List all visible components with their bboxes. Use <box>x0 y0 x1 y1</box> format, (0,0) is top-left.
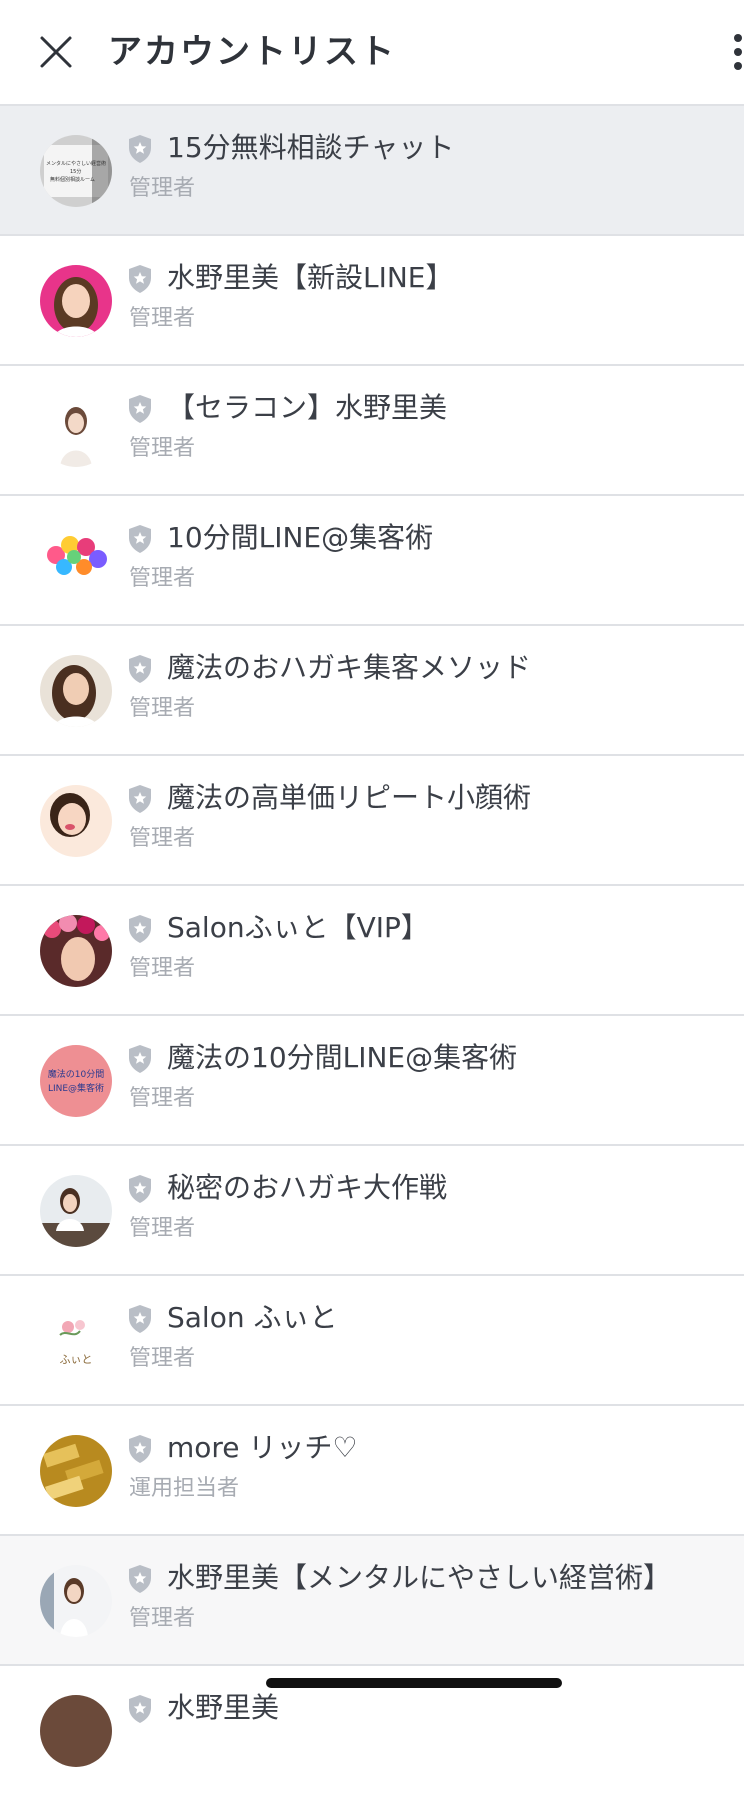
page-title: アカウントリスト <box>108 32 396 72</box>
account-avatar <box>40 525 112 597</box>
account-row[interactable]: 魔法の10分間 LINE@集客術 魔法の10分間LINE@集客術 管理者 <box>0 1016 744 1146</box>
account-row[interactable]: Salonふぃと【VIP】 管理者 <box>0 886 744 1016</box>
shield-star-icon <box>129 1175 151 1203</box>
account-avatar: ふぃと <box>40 1305 112 1377</box>
home-indicator[interactable] <box>266 1678 562 1688</box>
account-role: 管理者 <box>129 306 196 331</box>
account-row[interactable]: 水野里美【新設LINE】 管理者 <box>0 236 744 366</box>
shield-star-icon <box>129 1435 151 1463</box>
account-avatar <box>40 1565 112 1637</box>
svg-text:ふぃと: ふぃと <box>60 1353 93 1366</box>
account-avatar <box>40 785 112 857</box>
account-avatar <box>40 1695 112 1767</box>
account-role: 管理者 <box>129 1086 196 1111</box>
shield-star-icon <box>129 265 151 293</box>
more-vertical-icon[interactable] <box>734 34 744 74</box>
shield-star-icon <box>129 915 151 943</box>
account-name: 15分無料相談チャット <box>167 131 455 164</box>
account-role: 管理者 <box>129 436 196 461</box>
account-role: 管理者 <box>129 696 196 721</box>
account-row[interactable]: 魔法のおハガキ集客メソッド 管理者 <box>0 626 744 756</box>
shield-star-icon <box>129 135 151 163</box>
account-name: 【セラコン】水野里美 <box>167 391 448 424</box>
account-row[interactable]: 10分間LINE@集客術 管理者 <box>0 496 744 626</box>
account-avatar <box>40 915 112 987</box>
svg-text:15分: 15分 <box>70 168 81 175</box>
account-avatar <box>40 395 112 467</box>
account-row[interactable]: メンタルにやさしい経営術 15分 無料個別相談ルーム 15分無料相談チャット 管… <box>0 106 744 236</box>
account-row[interactable]: 【セラコン】水野里美 管理者 <box>0 366 744 496</box>
account-name: 水野里美 <box>167 1691 280 1724</box>
svg-text:魔法の10分間: 魔法の10分間 <box>48 1068 104 1080</box>
shield-star-icon <box>129 1045 151 1073</box>
account-role: 管理者 <box>129 826 196 851</box>
close-icon[interactable] <box>36 32 76 72</box>
shield-star-icon <box>129 395 151 423</box>
account-avatar <box>40 655 112 727</box>
account-name: 魔法の10分間LINE@集客術 <box>167 1041 518 1074</box>
account-row[interactable]: more リッチ♡ 運用担当者 <box>0 1406 744 1536</box>
account-name: more リッチ♡ <box>167 1431 358 1464</box>
account-role: 運用担当者 <box>129 1476 240 1501</box>
account-row[interactable]: 水野里美【メンタルにやさしい経営術】 管理者 <box>0 1536 744 1666</box>
svg-text:無料個別相談ルーム: 無料個別相談ルーム <box>50 176 95 183</box>
shield-star-icon <box>129 1565 151 1593</box>
account-name: 水野里美【メンタルにやさしい経営術】 <box>167 1561 672 1594</box>
account-name: 10分間LINE@集客術 <box>167 521 434 554</box>
account-role: 管理者 <box>129 956 196 981</box>
account-role: 管理者 <box>129 1346 196 1371</box>
account-row[interactable]: 秘密のおハガキ大作戦 管理者 <box>0 1146 744 1276</box>
shield-star-icon <box>129 1305 151 1333</box>
account-name: 水野里美【新設LINE】 <box>167 261 454 294</box>
svg-text:メンタルにやさしい経営術: メンタルにやさしい経営術 <box>46 160 106 167</box>
account-list: メンタルにやさしい経営術 15分 無料個別相談ルーム 15分無料相談チャット 管… <box>0 106 744 1796</box>
account-row[interactable]: 魔法の高単価リピート小顔術 管理者 <box>0 756 744 886</box>
shield-star-icon <box>129 785 151 813</box>
header-bar: アカウントリスト <box>0 0 744 106</box>
account-name: 秘密のおハガキ大作戦 <box>167 1171 448 1204</box>
svg-text:LINE@集客術: LINE@集客術 <box>48 1082 104 1094</box>
account-row[interactable]: ふぃと Salon ふぃと 管理者 <box>0 1276 744 1406</box>
account-avatar: 魔法の10分間 LINE@集客術 <box>40 1045 112 1117</box>
account-role: 管理者 <box>129 566 196 591</box>
account-avatar <box>40 265 112 337</box>
account-avatar <box>40 1435 112 1507</box>
account-role: 管理者 <box>129 1606 196 1631</box>
account-name: Salon ふぃと <box>167 1301 338 1334</box>
account-avatar <box>40 1175 112 1247</box>
account-name: 魔法のおハガキ集客メソッド <box>167 651 532 684</box>
account-name: 魔法の高単価リピート小顔術 <box>167 781 532 814</box>
shield-star-icon <box>129 655 151 683</box>
account-avatar: メンタルにやさしい経営術 15分 無料個別相談ルーム <box>40 135 112 207</box>
account-role: 管理者 <box>129 176 196 201</box>
shield-star-icon <box>129 525 151 553</box>
account-role: 管理者 <box>129 1216 196 1241</box>
account-name: Salonふぃと【VIP】 <box>167 911 429 944</box>
shield-star-icon <box>129 1695 151 1723</box>
